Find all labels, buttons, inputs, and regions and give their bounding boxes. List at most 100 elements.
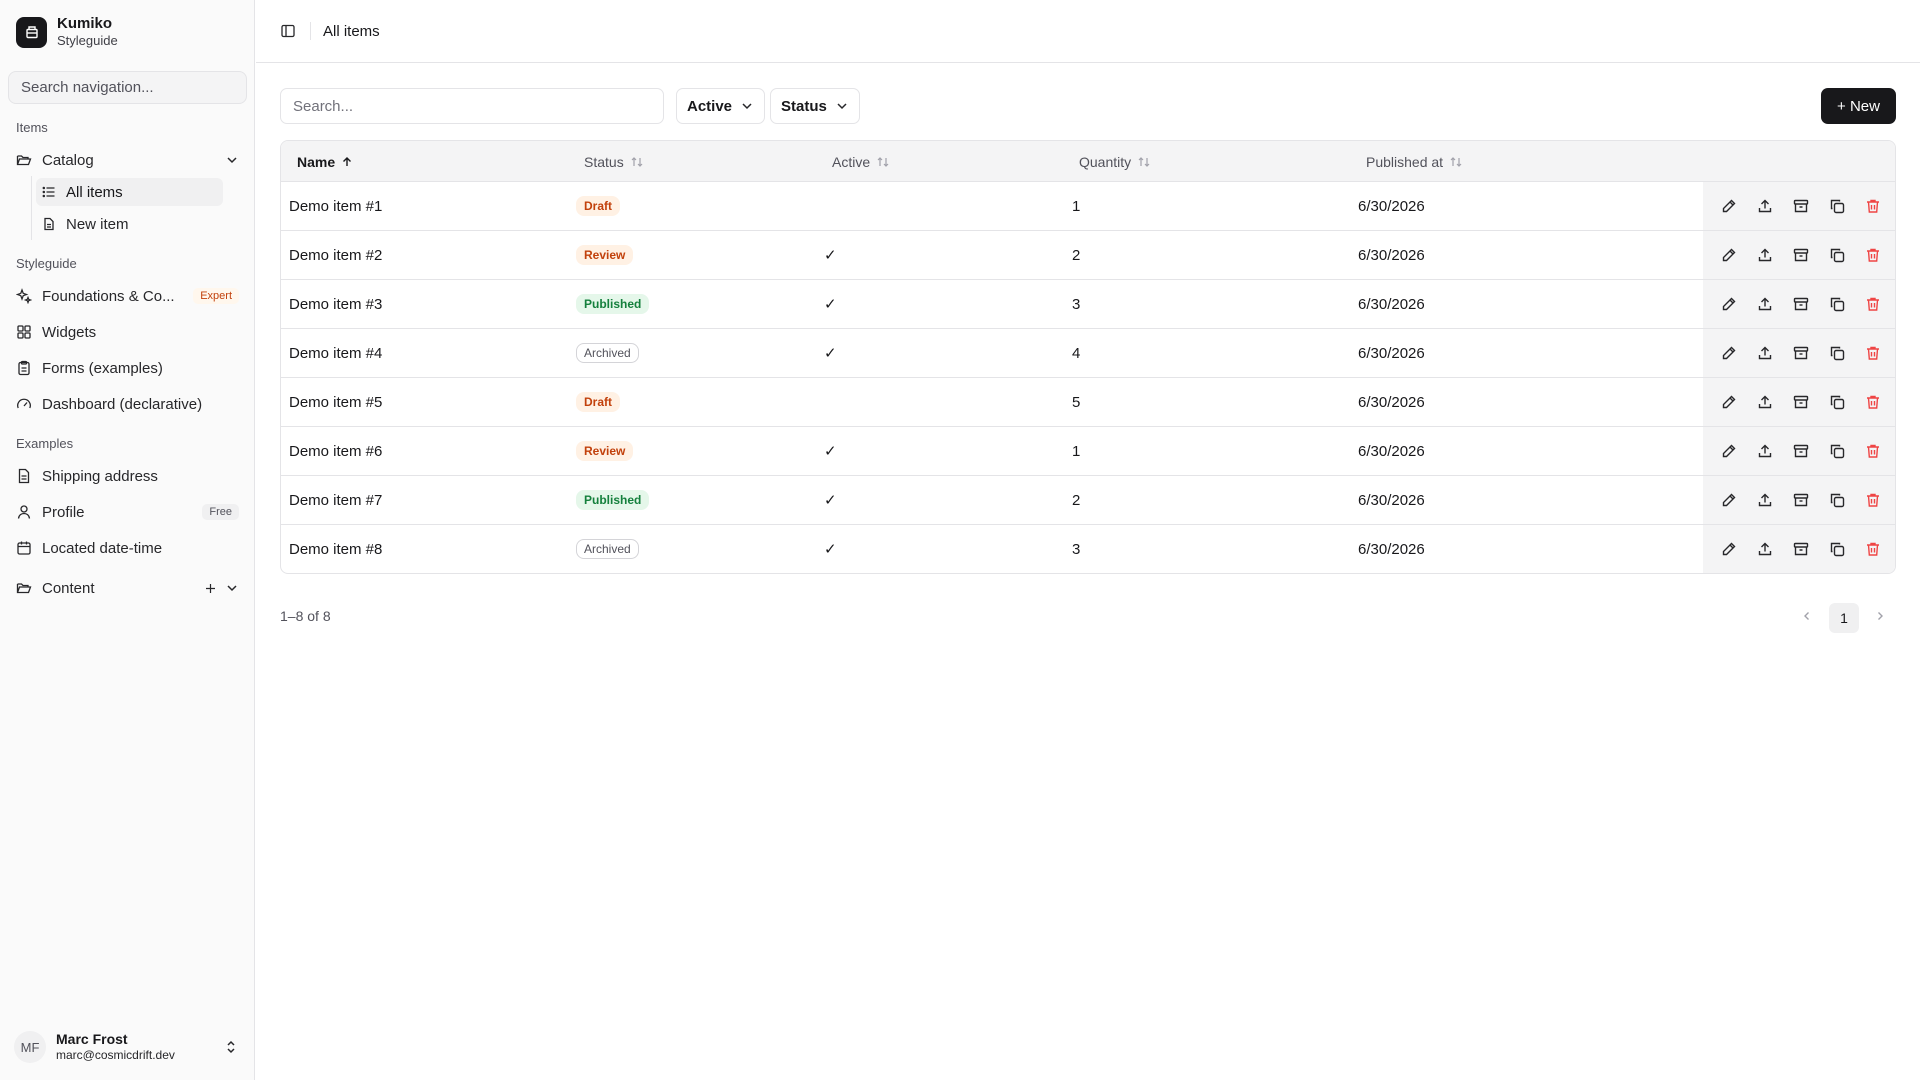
archive-icon[interactable] <box>1789 243 1813 267</box>
sidebar-item-all-items[interactable]: All items <box>36 178 223 206</box>
table-row[interactable]: Demo item #7 Published ✓ 2 6/30/2026 <box>281 476 1895 525</box>
column-header-status[interactable]: Status <box>584 141 644 182</box>
duplicate-icon[interactable] <box>1825 292 1849 316</box>
app-logo-icon <box>16 16 47 48</box>
table-row[interactable]: Demo item #5 Draft 5 6/30/2026 <box>281 378 1895 427</box>
cell-status: Draft <box>576 182 621 230</box>
archive-icon[interactable] <box>1789 537 1813 561</box>
publish-icon[interactable] <box>1753 439 1777 463</box>
edit-icon[interactable] <box>1717 194 1741 218</box>
edit-icon[interactable] <box>1717 292 1741 316</box>
table-row[interactable]: Demo item #4 Archived ✓ 4 6/30/2026 <box>281 329 1895 378</box>
cell-status: Draft <box>576 378 621 426</box>
delete-icon[interactable] <box>1861 390 1885 414</box>
column-header-active[interactable]: Active <box>832 141 890 182</box>
sidebar-item-shipping-address[interactable]: Shipping address <box>8 460 247 492</box>
duplicate-icon[interactable] <box>1825 439 1849 463</box>
sidebar-item-widgets[interactable]: Widgets <box>8 316 247 348</box>
brand[interactable]: Kumiko Styleguide <box>16 15 118 49</box>
submenu-rail <box>31 176 32 240</box>
cell-status: Review <box>576 427 634 475</box>
publish-icon[interactable] <box>1753 390 1777 414</box>
duplicate-icon[interactable] <box>1825 194 1849 218</box>
user-menu[interactable]: MF Marc Frost marc@cosmicdrift.dev <box>14 1031 244 1063</box>
chevron-down-icon[interactable] <box>225 153 239 167</box>
grid-icon <box>16 324 32 340</box>
sidebar-item-dashboard[interactable]: Dashboard (declarative) <box>8 388 247 420</box>
document-icon <box>44 217 54 231</box>
publish-icon[interactable] <box>1753 537 1777 561</box>
duplicate-icon[interactable] <box>1825 537 1849 561</box>
delete-icon[interactable] <box>1861 341 1885 365</box>
search-input[interactable] <box>280 88 664 124</box>
row-actions <box>1703 231 1895 279</box>
column-header-published-at[interactable]: Published at <box>1366 141 1463 182</box>
delete-icon[interactable] <box>1861 243 1885 267</box>
archive-icon[interactable] <box>1789 194 1813 218</box>
status-badge: Published <box>576 490 650 510</box>
page-number-button[interactable]: 1 <box>1829 603 1859 633</box>
delete-icon[interactable] <box>1861 488 1885 512</box>
row-actions <box>1703 525 1895 573</box>
duplicate-icon[interactable] <box>1825 390 1849 414</box>
active-filter-button[interactable]: Active <box>676 88 766 124</box>
cell-active: ✓ <box>824 247 837 264</box>
filter-label: Status <box>781 97 827 115</box>
edit-icon[interactable] <box>1717 537 1741 561</box>
delete-icon[interactable] <box>1861 292 1885 316</box>
table-row[interactable]: Demo item #2 Review ✓ 2 6/30/2026 <box>281 231 1895 280</box>
archive-icon[interactable] <box>1789 390 1813 414</box>
sidebar-item-label: Profile <box>42 503 85 521</box>
new-item-button[interactable]: + New <box>1821 88 1896 124</box>
status-filter-button[interactable]: Status <box>770 88 860 124</box>
header-divider <box>310 22 311 40</box>
duplicate-icon[interactable] <box>1825 341 1849 365</box>
sidebar-item-catalog[interactable]: Catalog <box>8 144 247 176</box>
table-row[interactable]: Demo item #6 Review ✓ 1 6/30/2026 <box>281 427 1895 476</box>
publish-icon[interactable] <box>1753 292 1777 316</box>
archive-icon[interactable] <box>1789 341 1813 365</box>
publish-icon[interactable] <box>1753 243 1777 267</box>
next-page-button[interactable] <box>1868 604 1892 628</box>
column-header-name[interactable]: Name <box>297 141 353 182</box>
sidebar-item-profile[interactable]: Profile Free <box>8 496 247 528</box>
archive-icon[interactable] <box>1789 292 1813 316</box>
delete-icon[interactable] <box>1861 537 1885 561</box>
expert-badge: Expert <box>193 288 239 304</box>
column-header-quantity[interactable]: Quantity <box>1079 141 1151 182</box>
archive-icon[interactable] <box>1789 439 1813 463</box>
sidebar-item-foundations[interactable]: Foundations & Co... Expert <box>8 280 247 312</box>
sidebar-item-forms[interactable]: Forms (examples) <box>8 352 247 384</box>
publish-icon[interactable] <box>1753 341 1777 365</box>
publish-icon[interactable] <box>1753 488 1777 512</box>
delete-icon[interactable] <box>1861 194 1885 218</box>
publish-icon[interactable] <box>1753 194 1777 218</box>
sort-icon <box>631 156 643 167</box>
table-row[interactable]: Demo item #1 Draft 1 6/30/2026 <box>281 182 1895 231</box>
sidebar-item-label: New item <box>66 215 129 233</box>
plus-icon[interactable] <box>204 582 217 595</box>
archive-icon[interactable] <box>1789 488 1813 512</box>
edit-icon[interactable] <box>1717 390 1741 414</box>
chevrons-up-down-icon[interactable] <box>224 1040 238 1054</box>
duplicate-icon[interactable] <box>1825 488 1849 512</box>
edit-icon[interactable] <box>1717 341 1741 365</box>
cell-published-at: 6/30/2026 <box>1358 393 1425 411</box>
edit-icon[interactable] <box>1717 439 1741 463</box>
sidebar-toggle-button[interactable] <box>274 17 302 45</box>
cell-published-at: 6/30/2026 <box>1358 344 1425 362</box>
breadcrumb[interactable]: All items <box>323 23 380 40</box>
edit-icon[interactable] <box>1717 243 1741 267</box>
table-row[interactable]: Demo item #3 Published ✓ 3 6/30/2026 <box>281 280 1895 329</box>
delete-icon[interactable] <box>1861 439 1885 463</box>
chevron-down-icon[interactable] <box>225 581 239 595</box>
table-row[interactable]: Demo item #8 Archived ✓ 3 6/30/2026 <box>281 525 1895 573</box>
sidebar-item-content[interactable]: Content <box>8 572 247 604</box>
previous-page-button[interactable] <box>1795 604 1819 628</box>
sidebar-item-new-item[interactable]: New item <box>36 210 223 238</box>
edit-icon[interactable] <box>1717 488 1741 512</box>
duplicate-icon[interactable] <box>1825 243 1849 267</box>
navigation-search-input[interactable] <box>8 71 247 104</box>
sidebar-item-label: Dashboard (declarative) <box>42 395 203 413</box>
sidebar-item-located-date-time[interactable]: Located date-time <box>8 532 247 564</box>
